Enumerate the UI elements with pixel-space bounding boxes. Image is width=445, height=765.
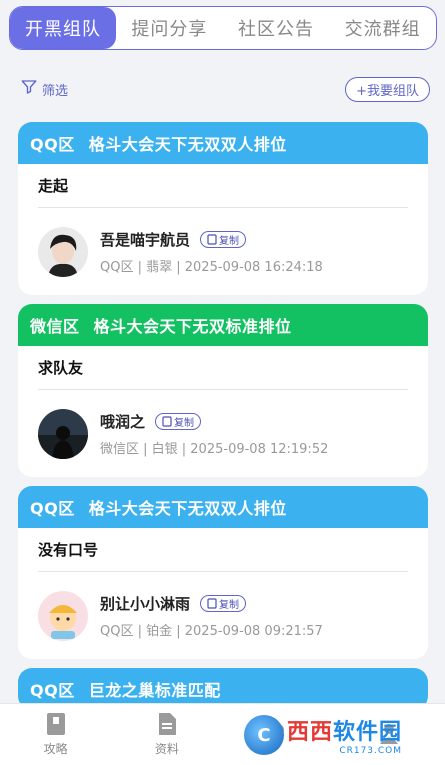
create-team-button[interactable]: +我要组队 (345, 76, 430, 102)
copy-button[interactable]: 复制 (200, 230, 247, 248)
post-user-row: 哦润之 复制 微信区 | 白银 | 2025-09-08 12:19:52 (38, 390, 408, 477)
watermark-logo-icon: C (244, 715, 284, 755)
avatar[interactable] (38, 226, 88, 277)
nav-label: 资料 (154, 742, 179, 756)
filter-button[interactable]: 筛选 (20, 78, 68, 100)
user-name: 吾是喵宇航员 (100, 230, 191, 249)
post-zone: QQ区 (30, 681, 75, 700)
tab-groups[interactable]: 交流群组 (329, 7, 436, 49)
filter-icon (20, 78, 38, 100)
copy-label: 复制 (219, 599, 240, 611)
post-mode: 格斗大会天下无双双人排位 (88, 135, 287, 154)
post-meta: QQ区 | 铂金 | 2025-09-08 09:21:57 (100, 623, 323, 639)
post-zone: QQ区 (30, 135, 75, 154)
post-header: 微信区 格斗大会天下无双标准排位 (18, 304, 428, 346)
avatar[interactable] (38, 590, 88, 641)
user-name: 哦润之 (100, 412, 146, 431)
watermark-sub: CR173.COM (339, 746, 403, 756)
tab-announcements[interactable]: 社区公告 (223, 7, 330, 49)
post-mode: 格斗大会天下无双双人排位 (88, 499, 287, 518)
copy-icon (207, 597, 217, 609)
avatar[interactable] (38, 408, 88, 459)
post-text: 没有口号 (38, 528, 408, 572)
post-mode: 巨龙之巢标准匹配 (88, 681, 221, 700)
top-tab-bar: 开黑组队 提问分享 社区公告 交流群组 (9, 6, 437, 50)
book-icon (46, 713, 65, 735)
post-header: QQ区 格斗大会天下无双双人排位 (18, 122, 428, 164)
post-card[interactable]: 微信区 格斗大会天下无双标准排位 求队友 哦润之 复制 微信区 | 白银 | 2… (18, 304, 428, 477)
user-name: 别让小小淋雨 (100, 594, 191, 613)
document-icon (158, 713, 176, 735)
filter-label: 筛选 (42, 83, 69, 99)
post-header: QQ区 格斗大会天下无双双人排位 (18, 486, 428, 528)
post-user-row: 别让小小淋雨 复制 QQ区 | 铂金 | 2025-09-08 09:21:57 (38, 572, 408, 659)
post-user-row: 吾是喵宇航员 复制 QQ区 | 翡翠 | 2025-09-08 16:24:18 (38, 208, 408, 295)
watermark: C 西西软件园 CR173.COM (244, 713, 428, 757)
post-zone: 微信区 (30, 317, 80, 336)
watermark-text-b: 软件园 (333, 720, 403, 745)
watermark-text-a: 西西 (287, 720, 334, 745)
post-text: 走起 (38, 164, 408, 208)
copy-icon (162, 415, 172, 427)
post-mode: 格斗大会天下无双标准排位 (93, 317, 292, 336)
tab-qa-share[interactable]: 提问分享 (116, 7, 223, 49)
nav-item-data[interactable]: 资料 (111, 704, 222, 765)
copy-button[interactable]: 复制 (155, 412, 202, 430)
post-list: QQ区 格斗大会天下无双双人排位 走起 吾是喵宇航员 复制 QQ区 | 翡翠 |… (18, 122, 428, 719)
post-card[interactable]: QQ区 格斗大会天下无双双人排位 没有口号 别让小小淋雨 复制 QQ区 | 铂金… (18, 486, 428, 659)
copy-label: 复制 (219, 235, 240, 247)
post-meta: QQ区 | 翡翠 | 2025-09-08 16:24:18 (100, 259, 323, 275)
filter-row: 筛选 +我要组队 (20, 76, 430, 102)
copy-label: 复制 (174, 417, 195, 429)
copy-button[interactable]: 复制 (200, 594, 247, 612)
nav-item-guide[interactable]: 攻略 (0, 704, 111, 765)
post-card[interactable]: QQ区 格斗大会天下无双双人排位 走起 吾是喵宇航员 复制 QQ区 | 翡翠 |… (18, 122, 428, 295)
nav-label: 攻略 (43, 742, 68, 756)
copy-icon (207, 233, 217, 245)
tab-team-up[interactable]: 开黑组队 (10, 7, 116, 49)
post-meta: 微信区 | 白银 | 2025-09-08 12:19:52 (100, 441, 329, 457)
post-zone: QQ区 (30, 499, 75, 518)
post-text: 求队友 (38, 346, 408, 390)
